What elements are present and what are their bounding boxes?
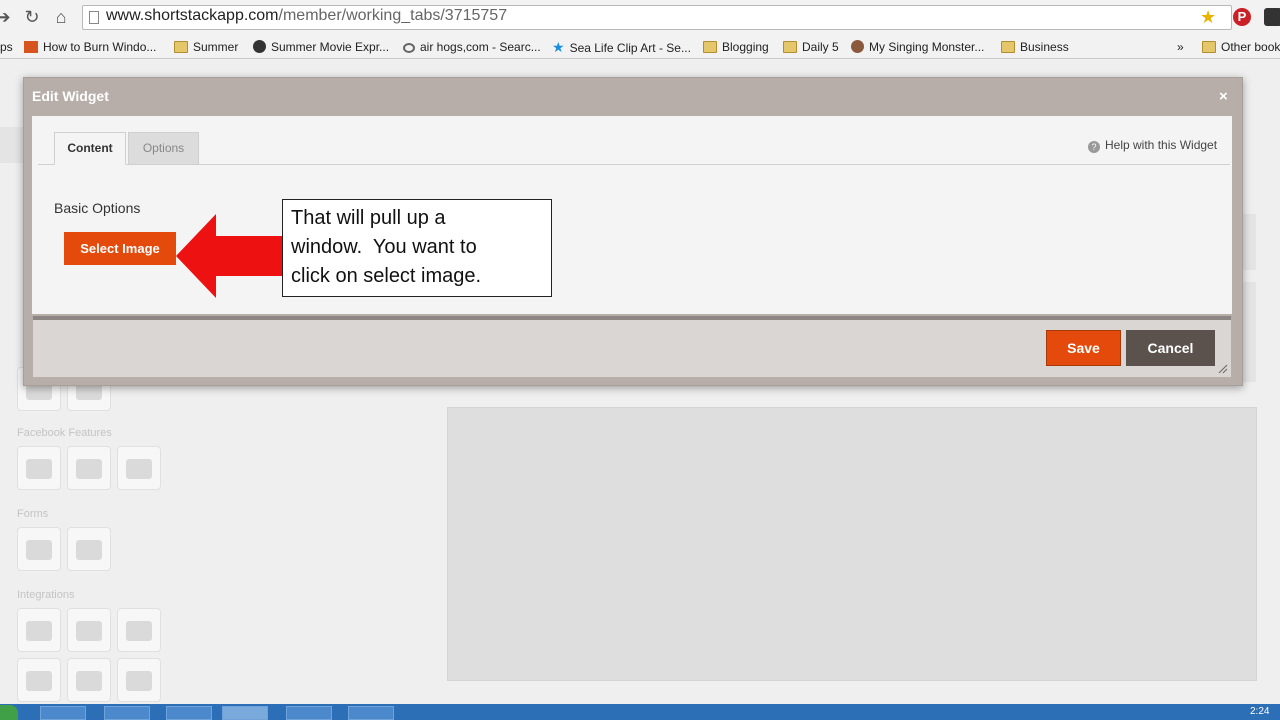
section-label: Facebook Features bbox=[17, 427, 112, 439]
bookmark-sea-life[interactable]: ★ Sea Life Clip Art - Se... bbox=[552, 38, 691, 56]
taskbar-clock: 2:24 bbox=[1250, 706, 1270, 717]
search-icon bbox=[403, 43, 415, 53]
reload-icon[interactable]: ↻ bbox=[21, 6, 43, 28]
flickr-tile-icon[interactable] bbox=[117, 658, 161, 702]
page-icon bbox=[89, 11, 99, 24]
bookmark-summer[interactable]: Summer bbox=[174, 38, 238, 56]
help-link[interactable]: ? Help with this Widget bbox=[1088, 138, 1217, 153]
star-favicon-icon: ★ bbox=[552, 39, 565, 55]
other-bookmarks[interactable]: Other bookmarks bbox=[1202, 38, 1280, 56]
section-label: Integrations bbox=[17, 589, 75, 601]
bookmark-summer-movie[interactable]: Summer Movie Expr... bbox=[253, 38, 389, 56]
folder-icon bbox=[174, 41, 188, 53]
bookmark-apps[interactable]: ps bbox=[0, 38, 13, 56]
select-image-button[interactable]: Select Image bbox=[64, 232, 176, 265]
like-tile-icon[interactable] bbox=[67, 446, 111, 490]
section-label: Forms bbox=[17, 508, 49, 520]
annotation-line: window. You want to bbox=[291, 236, 477, 258]
soundcloud-tile-icon[interactable] bbox=[67, 658, 111, 702]
bookmark-air-hogs[interactable]: air hogs,com - Searc... bbox=[403, 38, 541, 56]
bookmark-star-icon[interactable]: ★ bbox=[1200, 7, 1216, 28]
tab-canvas-preview bbox=[447, 407, 1257, 681]
site-favicon-icon bbox=[24, 41, 38, 53]
extension-icon[interactable] bbox=[1264, 8, 1280, 26]
video-tile-icon[interactable] bbox=[67, 608, 111, 652]
mailchimp-tile-icon[interactable] bbox=[67, 527, 111, 571]
annotation-line: That will pull up a bbox=[291, 207, 446, 229]
taskbar-app-icon[interactable] bbox=[166, 706, 212, 720]
url-text[interactable]: www.shortstackapp.com/member/working_tab… bbox=[106, 7, 507, 25]
bookmark-singing-monsters[interactable]: My Singing Monster... bbox=[851, 38, 984, 56]
cancel-button[interactable]: Cancel bbox=[1126, 330, 1215, 366]
bookmark-burn-windows[interactable]: How to Burn Windo... bbox=[24, 38, 156, 56]
comments-tile-icon[interactable] bbox=[17, 446, 61, 490]
add-user-tile-icon[interactable] bbox=[117, 446, 161, 490]
instagram-tile-icon[interactable] bbox=[17, 608, 61, 652]
taskbar-chrome-icon[interactable] bbox=[222, 706, 268, 720]
forward-icon[interactable]: ➔ bbox=[0, 6, 14, 28]
taskbar-app-icon[interactable] bbox=[104, 706, 150, 720]
close-icon[interactable]: × bbox=[1219, 88, 1228, 105]
pinterest-icon[interactable]: P bbox=[1233, 8, 1251, 26]
basic-options-label: Basic Options bbox=[54, 200, 141, 216]
form-tile-icon[interactable] bbox=[17, 527, 61, 571]
help-icon: ? bbox=[1088, 141, 1100, 153]
twitter-tile-icon[interactable] bbox=[117, 608, 161, 652]
bookmark-business[interactable]: Business bbox=[1001, 38, 1069, 56]
folder-icon bbox=[1001, 41, 1015, 53]
rss-tile-icon[interactable] bbox=[17, 658, 61, 702]
taskbar-powerpoint-icon[interactable] bbox=[348, 706, 394, 720]
bookmark-overflow-chevron[interactable]: » bbox=[1177, 38, 1184, 56]
modal-title: Edit Widget bbox=[32, 88, 109, 104]
tabs-divider bbox=[38, 164, 1230, 165]
taskbar-app-icon[interactable] bbox=[286, 706, 332, 720]
bookmark-daily-5[interactable]: Daily 5 bbox=[783, 38, 839, 56]
taskbar-explorer-icon[interactable] bbox=[40, 706, 86, 720]
folder-icon bbox=[1202, 41, 1216, 53]
folder-icon bbox=[703, 41, 717, 53]
folder-icon bbox=[783, 41, 797, 53]
url-path: /member/working_tabs/3715757 bbox=[278, 7, 508, 24]
site-favicon-icon bbox=[851, 40, 864, 53]
bookmark-blogging[interactable]: Blogging bbox=[703, 38, 769, 56]
home-icon[interactable]: ⌂ bbox=[50, 6, 72, 28]
resize-handle-icon[interactable] bbox=[1218, 364, 1228, 374]
url-domain: www.shortstackapp.com bbox=[106, 7, 279, 24]
annotation-line: click on select image. bbox=[291, 265, 482, 287]
tab-content[interactable]: Content bbox=[54, 132, 126, 165]
start-icon[interactable] bbox=[0, 705, 18, 720]
annotation-callout: That will pull up a window. You want to … bbox=[282, 199, 552, 297]
tab-options[interactable]: Options bbox=[128, 132, 199, 165]
annotation-arrow-icon bbox=[176, 214, 284, 298]
site-favicon-icon bbox=[253, 40, 266, 53]
save-button[interactable]: Save bbox=[1046, 330, 1121, 366]
